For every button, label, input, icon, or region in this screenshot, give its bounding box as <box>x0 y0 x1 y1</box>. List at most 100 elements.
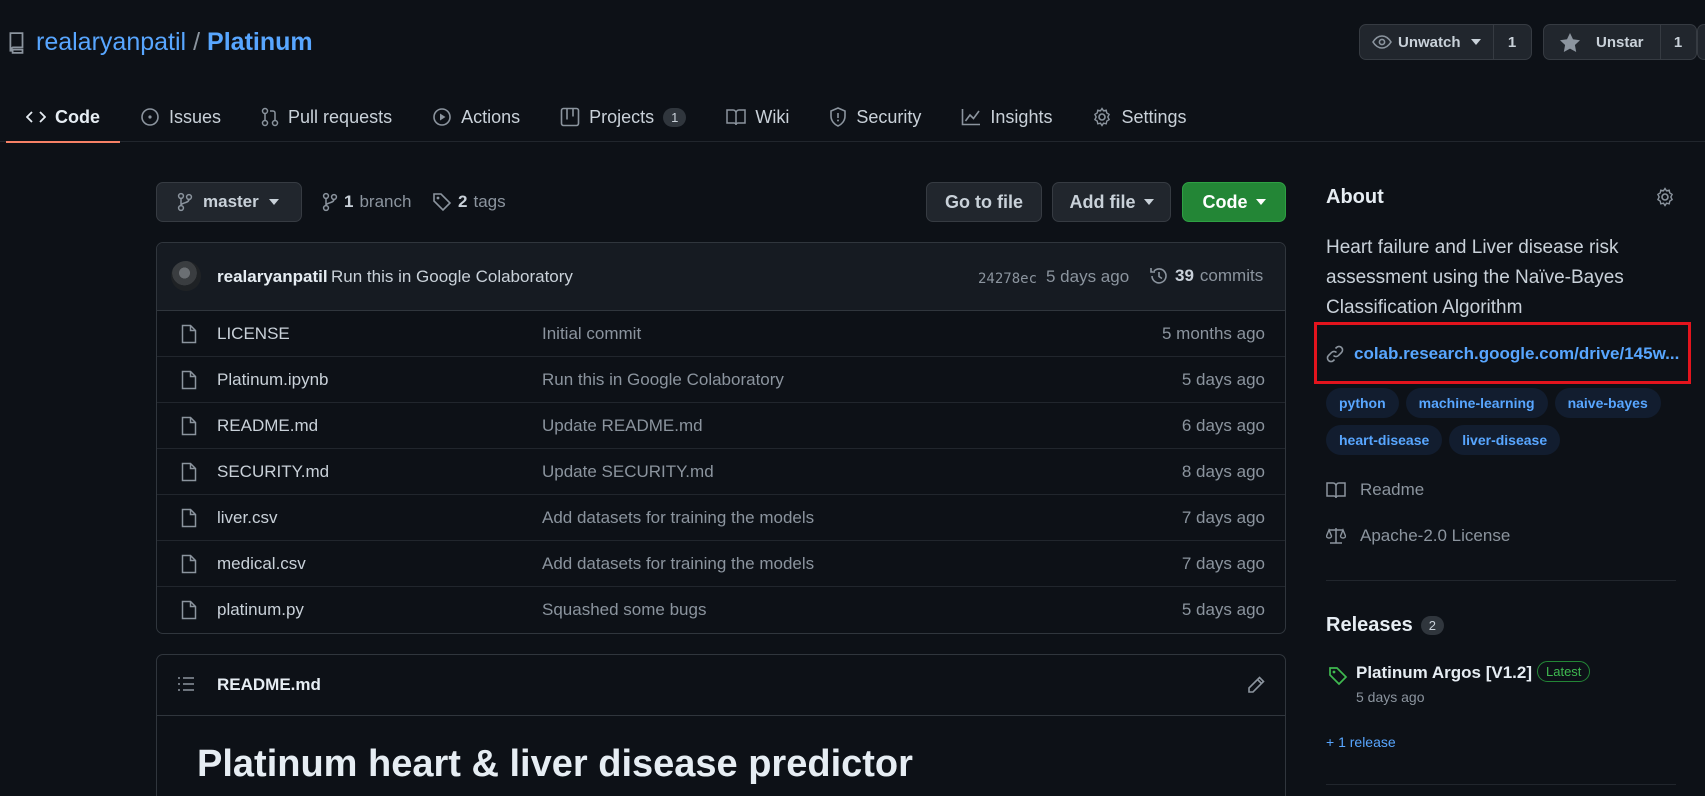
commit-sha-link[interactable]: 24278ec <box>978 271 1037 287</box>
tab-wiki[interactable]: Wiki <box>706 92 809 142</box>
table-row: SECURITY.md Update SECURITY.md 8 days ag… <box>157 449 1285 495</box>
tab-insights-label: Insights <box>990 106 1053 127</box>
unstar-label: Unstar <box>1596 33 1644 51</box>
readme-link[interactable]: Readme <box>1326 480 1424 500</box>
topic-tag[interactable]: python <box>1326 388 1399 418</box>
topics-list: python machine-learning naive-bayes hear… <box>1326 388 1686 455</box>
tab-projects-label: Projects <box>589 106 655 127</box>
tab-security-label: Security <box>856 106 922 127</box>
more-releases-link[interactable]: + 1 release <box>1326 734 1396 750</box>
table-row: platinum.py Squashed some bugs 5 days ag… <box>157 587 1285 633</box>
tab-insights[interactable]: Insights <box>941 92 1072 142</box>
tab-security[interactable]: Security <box>809 92 941 142</box>
branches-link[interactable]: 1 branch <box>322 192 411 212</box>
file-commit-link[interactable]: Update SECURITY.md <box>542 462 714 482</box>
sidebar-divider <box>1326 784 1676 785</box>
topic-tag[interactable]: machine-learning <box>1405 388 1548 418</box>
tab-issues[interactable]: Issues <box>120 92 241 142</box>
sidebar-divider <box>1326 580 1676 581</box>
file-icon <box>181 416 197 436</box>
repo-title: realaryanpatil / Platinum <box>36 28 313 57</box>
unwatch-label: Unwatch <box>1398 33 1461 51</box>
tab-actions[interactable]: Actions <box>412 92 540 142</box>
homepage-link[interactable]: colab.research.google.com/drive/145w... <box>1326 344 1680 364</box>
file-name-link[interactable]: SECURITY.md <box>217 462 329 482</box>
add-file-button[interactable]: Add file <box>1052 182 1171 222</box>
commit-message-link[interactable]: Run this in Google Colaboratory <box>331 267 573 287</box>
tab-code[interactable]: Code <box>6 92 120 143</box>
latest-commit-row: realaryanpatil Run this in Google Colabo… <box>157 243 1285 311</box>
gear-icon[interactable] <box>1655 187 1675 207</box>
file-icon <box>181 600 197 620</box>
file-age: 8 days ago <box>1181 462 1265 481</box>
branch-word: branch <box>359 192 412 211</box>
avatar[interactable] <box>171 261 201 291</box>
star-count[interactable]: 1 <box>1660 24 1697 60</box>
file-commit-link[interactable]: Update README.md <box>542 416 703 436</box>
repo-name-link[interactable]: Platinum <box>207 28 313 57</box>
topic-tag[interactable]: heart-disease <box>1326 425 1443 455</box>
tab-settings[interactable]: Settings <box>1072 92 1206 142</box>
commit-count: 39 <box>1175 266 1194 285</box>
repo-owner-link[interactable]: realaryanpatil <box>36 28 186 57</box>
file-icon <box>181 462 197 482</box>
chevron-down-icon <box>268 199 279 205</box>
about-description: Heart failure and Liver disease risk ass… <box>1326 237 1624 318</box>
book-icon <box>1326 481 1346 499</box>
license-link[interactable]: Apache-2.0 License <box>1326 526 1510 546</box>
file-name-link[interactable]: platinum.py <box>217 600 304 620</box>
go-to-file-button[interactable]: Go to file <box>926 182 1042 222</box>
chevron-down-icon <box>1470 39 1481 45</box>
file-age: 5 days ago <box>1181 600 1265 619</box>
file-icon <box>181 508 197 528</box>
readme-header: README.md <box>157 655 1285 716</box>
file-age: 6 days ago <box>1181 416 1265 435</box>
code-download-button[interactable]: Code <box>1182 182 1286 222</box>
file-commit-link[interactable]: Run this in Google Colaboratory <box>542 370 784 390</box>
latest-badge: Latest <box>1537 661 1591 682</box>
branch-select-button[interactable]: master <box>156 182 302 222</box>
projects-counter: 1 <box>663 107 687 127</box>
commit-time: 5 days ago <box>1046 267 1130 286</box>
fork-button-edge[interactable] <box>1697 24 1705 60</box>
list-icon[interactable] <box>177 676 195 692</box>
file-name-link[interactable]: LICENSE <box>217 324 290 344</box>
code-button-label: Code <box>1202 191 1248 212</box>
table-row: LICENSE Initial commit 5 months ago <box>157 311 1285 357</box>
latest-release-link[interactable]: Platinum Argos [V1.2] <box>1356 663 1532 683</box>
watch-count[interactable]: 1 <box>1493 24 1532 60</box>
topic-tag[interactable]: naive-bayes <box>1554 388 1661 418</box>
tab-pull-requests[interactable]: Pull requests <box>241 92 412 142</box>
file-commit-link[interactable]: Add datasets for training the models <box>542 508 814 528</box>
about-title: About <box>1326 186 1384 208</box>
tags-link[interactable]: 2 tags <box>432 192 506 212</box>
file-commit-link[interactable]: Add datasets for training the models <box>542 554 814 574</box>
table-row: liver.csv Add datasets for training the … <box>157 495 1285 541</box>
link-icon <box>1326 345 1344 363</box>
unstar-button[interactable]: Unstar <box>1543 24 1661 60</box>
commit-author-link[interactable]: realaryanpatil <box>217 267 328 287</box>
releases-heading[interactable]: Releases 2 <box>1326 614 1444 637</box>
law-icon <box>1326 527 1346 545</box>
watch-group: Unwatch 1 <box>1359 24 1532 60</box>
pencil-icon[interactable] <box>1247 676 1265 694</box>
gear-icon <box>1092 107 1112 127</box>
commits-history-link[interactable]: 39 commits <box>1149 266 1263 286</box>
topic-tag[interactable]: liver-disease <box>1449 425 1561 455</box>
file-name-link[interactable]: liver.csv <box>217 508 277 528</box>
file-name-link[interactable]: README.md <box>217 416 318 436</box>
tag-icon <box>1328 666 1348 686</box>
file-commit-link[interactable]: Initial commit <box>542 324 641 344</box>
eye-icon <box>1372 35 1392 49</box>
unwatch-button[interactable]: Unwatch <box>1359 24 1494 60</box>
file-name-link[interactable]: medical.csv <box>217 554 306 574</box>
shield-icon <box>829 107 847 127</box>
chevron-down-icon <box>1255 199 1266 205</box>
tab-projects[interactable]: Projects 1 <box>540 92 706 142</box>
table-row: Platinum.ipynb Run this in Google Colabo… <box>157 357 1285 403</box>
file-name-link[interactable]: Platinum.ipynb <box>217 370 329 390</box>
homepage-link-text: colab.research.google.com/drive/145w... <box>1354 344 1680 363</box>
repo-header: realaryanpatil / Platinum Unwatch 1 Unst… <box>0 0 1705 143</box>
file-commit-link[interactable]: Squashed some bugs <box>542 600 706 620</box>
tab-issues-label: Issues <box>169 106 222 127</box>
